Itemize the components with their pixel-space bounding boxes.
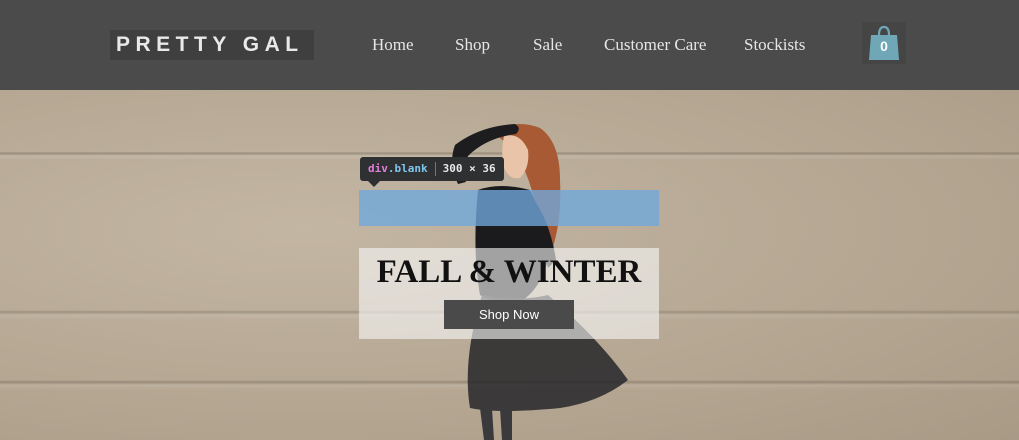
tooltip-divider	[434, 162, 436, 176]
nav-home[interactable]: Home	[372, 35, 414, 55]
nav-customer-care[interactable]: Customer Care	[604, 35, 706, 55]
tooltip-class: .blank	[387, 162, 428, 175]
nav-stockists[interactable]: Stockists	[744, 35, 805, 55]
tooltip-size: 300 × 36	[442, 162, 496, 175]
nav-sale[interactable]: Sale	[533, 35, 562, 55]
site-logo[interactable]: PRETTY GAL	[110, 30, 314, 60]
cart-button[interactable]: 0	[862, 22, 906, 64]
promo-box: FALL & WINTER Shop Now	[359, 248, 659, 339]
shop-now-button[interactable]: Shop Now	[444, 300, 574, 329]
site-header: PRETTY GAL Home Shop Sale Customer Care …	[0, 0, 1019, 90]
cart-count: 0	[880, 38, 888, 54]
blank-div-highlight	[359, 190, 659, 226]
promo-title: FALL & WINTER	[376, 254, 642, 290]
devtools-element-tooltip: div.blank 300 × 36	[360, 157, 504, 187]
nav-shop[interactable]: Shop	[455, 35, 490, 55]
tooltip-tag: div	[368, 162, 388, 175]
